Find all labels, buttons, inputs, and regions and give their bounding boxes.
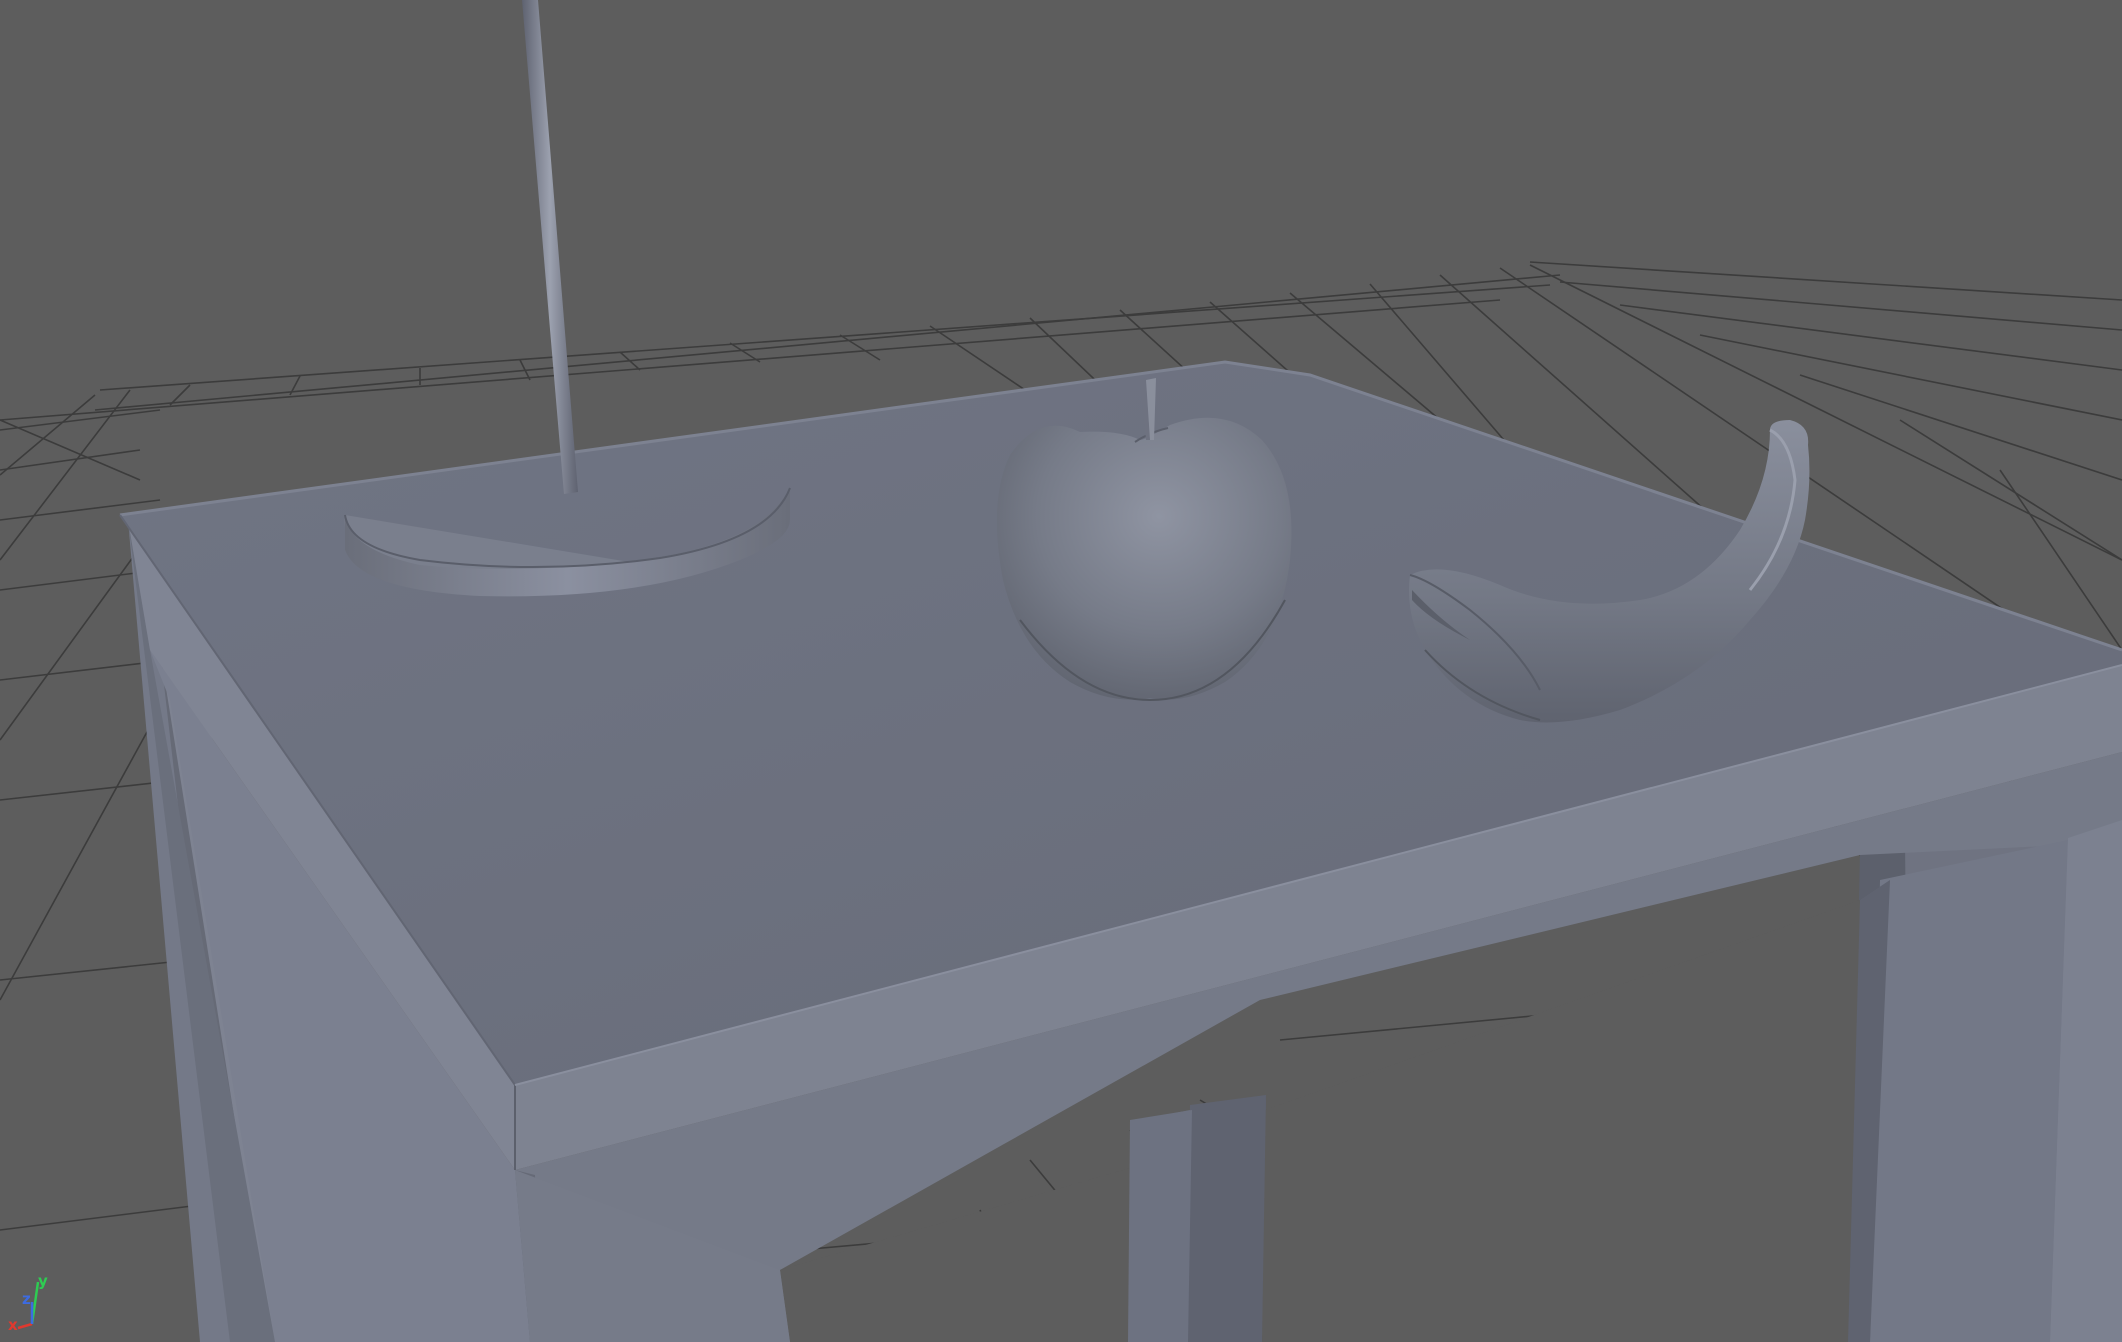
3d-viewport[interactable]: x y z [0, 0, 2122, 1342]
axis-x-label: x [8, 1316, 18, 1334]
scene-canvas[interactable]: x y z [0, 0, 2122, 1342]
axis-z-label: z [22, 1290, 31, 1308]
axis-y-label: y [38, 1272, 48, 1290]
